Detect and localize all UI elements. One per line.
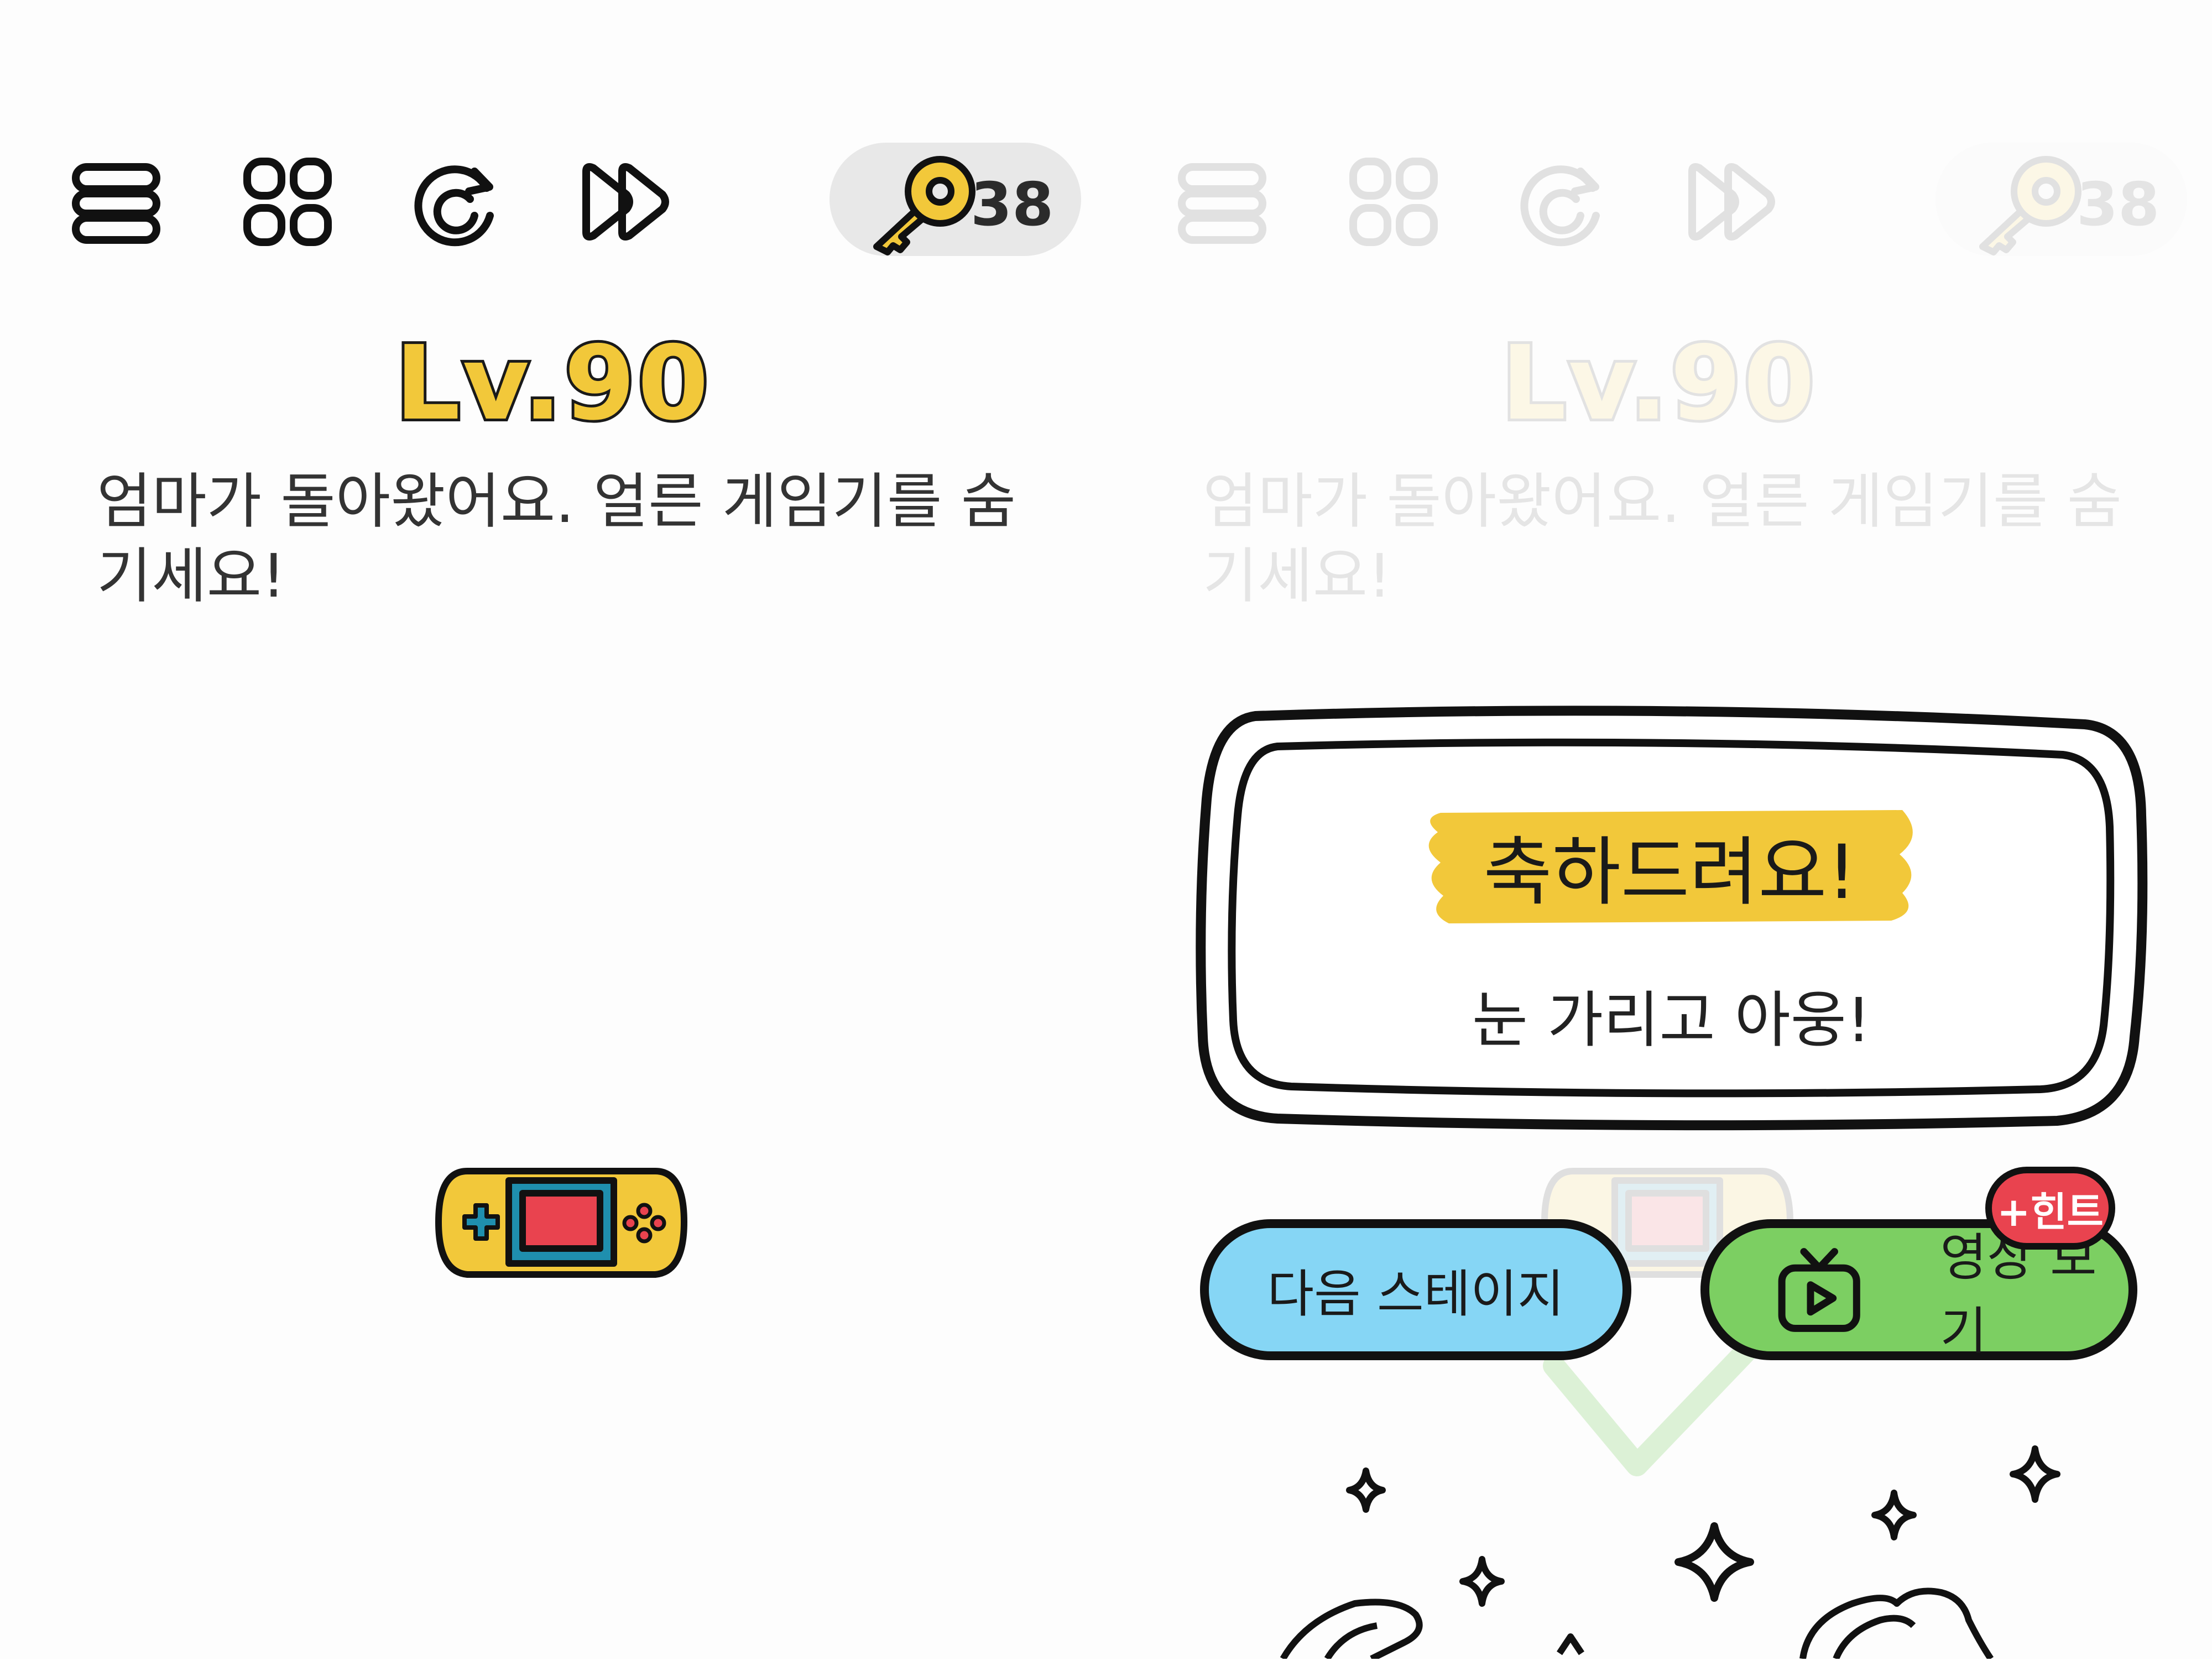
key-count: 38 [971,170,1054,239]
next-stage-button[interactable]: 다음 스테이지 [1200,1219,1631,1360]
grid-icon[interactable] [241,155,335,249]
tv-play-icon [1778,1247,1860,1332]
result-dialog: 축하드려요! 눈 가리고 아웅! [1194,705,2148,1136]
restart-icon[interactable] [409,155,503,249]
dialog-subtitle: 눈 가리고 아웅! [1472,985,1871,1056]
menu-icon [1175,155,1269,249]
skip-icon [1684,155,1778,249]
sparkle-icon [1871,1490,1917,1540]
restart-icon [1515,155,1609,249]
level-title: Lv.90 [1498,321,1817,446]
sparkle-icon [2010,1445,2060,1503]
menu-icon[interactable] [69,155,163,249]
skip-icon[interactable] [578,155,672,249]
puzzle-instruction: 엄마가 돌아왔어요. 얼른 게임기를 숨기세요! [97,467,1016,611]
dialog-title: 축하드려요! [1483,829,1857,916]
key-count: 38 [2077,170,2160,239]
next-stage-label: 다음 스테이지 [1267,1265,1564,1324]
grid-icon [1347,155,1441,249]
key-counter: 38 [1936,143,2187,256]
puzzle-instruction: 엄마가 돌아왔어요. 얼른 게임기를 숨기세요! [1203,467,2122,611]
sparkle-icon [1346,1467,1386,1513]
sparkle-icon [1459,1556,1505,1607]
clapping-hands-icon [1280,1599,1423,1661]
sparkle-icon [1674,1522,1754,1602]
hint-badge: +힌트 [1985,1167,2115,1250]
level-title: Lv.90 [392,321,711,446]
dialog-title-banner: 축하드려요! [1416,802,1924,929]
game-device[interactable] [434,1161,688,1283]
celebration-decoration [1261,1438,2201,1661]
game-screen-left: 38 Lv.90 엄마가 돌아왔어요. 얼른 게임기를 숨기세요! [0,0,1106,1659]
key-counter[interactable]: 38 [830,143,1081,256]
